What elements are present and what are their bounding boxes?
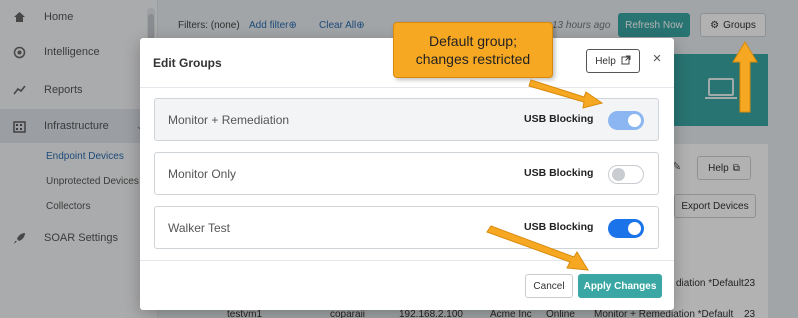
close-icon[interactable]: ×	[650, 51, 664, 66]
group-name: Monitor + Remediation	[168, 113, 290, 127]
help-button[interactable]: Help	[586, 49, 640, 73]
usb-blocking-toggle[interactable]	[608, 219, 644, 238]
usb-blocking-label: USB Blocking	[524, 221, 594, 233]
annotation-callout: Default group; changes restricted	[393, 22, 553, 78]
external-link-icon	[621, 55, 631, 68]
group-row-monitor-remediation: Monitor + Remediation USB Blocking	[154, 98, 659, 141]
group-name: Monitor Only	[168, 167, 237, 181]
callout-line: changes restricted	[415, 51, 531, 67]
usb-blocking-toggle[interactable]	[608, 111, 644, 130]
group-name: Walker Test	[168, 221, 231, 235]
group-row-monitor-only: Monitor Only USB Blocking	[154, 152, 659, 195]
modal-footer: Cancel Apply Changes	[140, 260, 674, 310]
apply-changes-button[interactable]: Apply Changes	[578, 274, 662, 298]
cancel-button[interactable]: Cancel	[525, 274, 573, 298]
usb-blocking-toggle[interactable]	[608, 165, 644, 184]
usb-blocking-label: USB Blocking	[524, 113, 594, 125]
edit-groups-modal: Edit Groups Help × Monitor + Remediation…	[140, 38, 674, 310]
modal-title: Edit Groups	[153, 56, 222, 70]
group-row-walker-test: Walker Test USB Blocking	[154, 206, 659, 249]
callout-line: Default group;	[429, 33, 517, 49]
usb-blocking-label: USB Blocking	[524, 167, 594, 179]
